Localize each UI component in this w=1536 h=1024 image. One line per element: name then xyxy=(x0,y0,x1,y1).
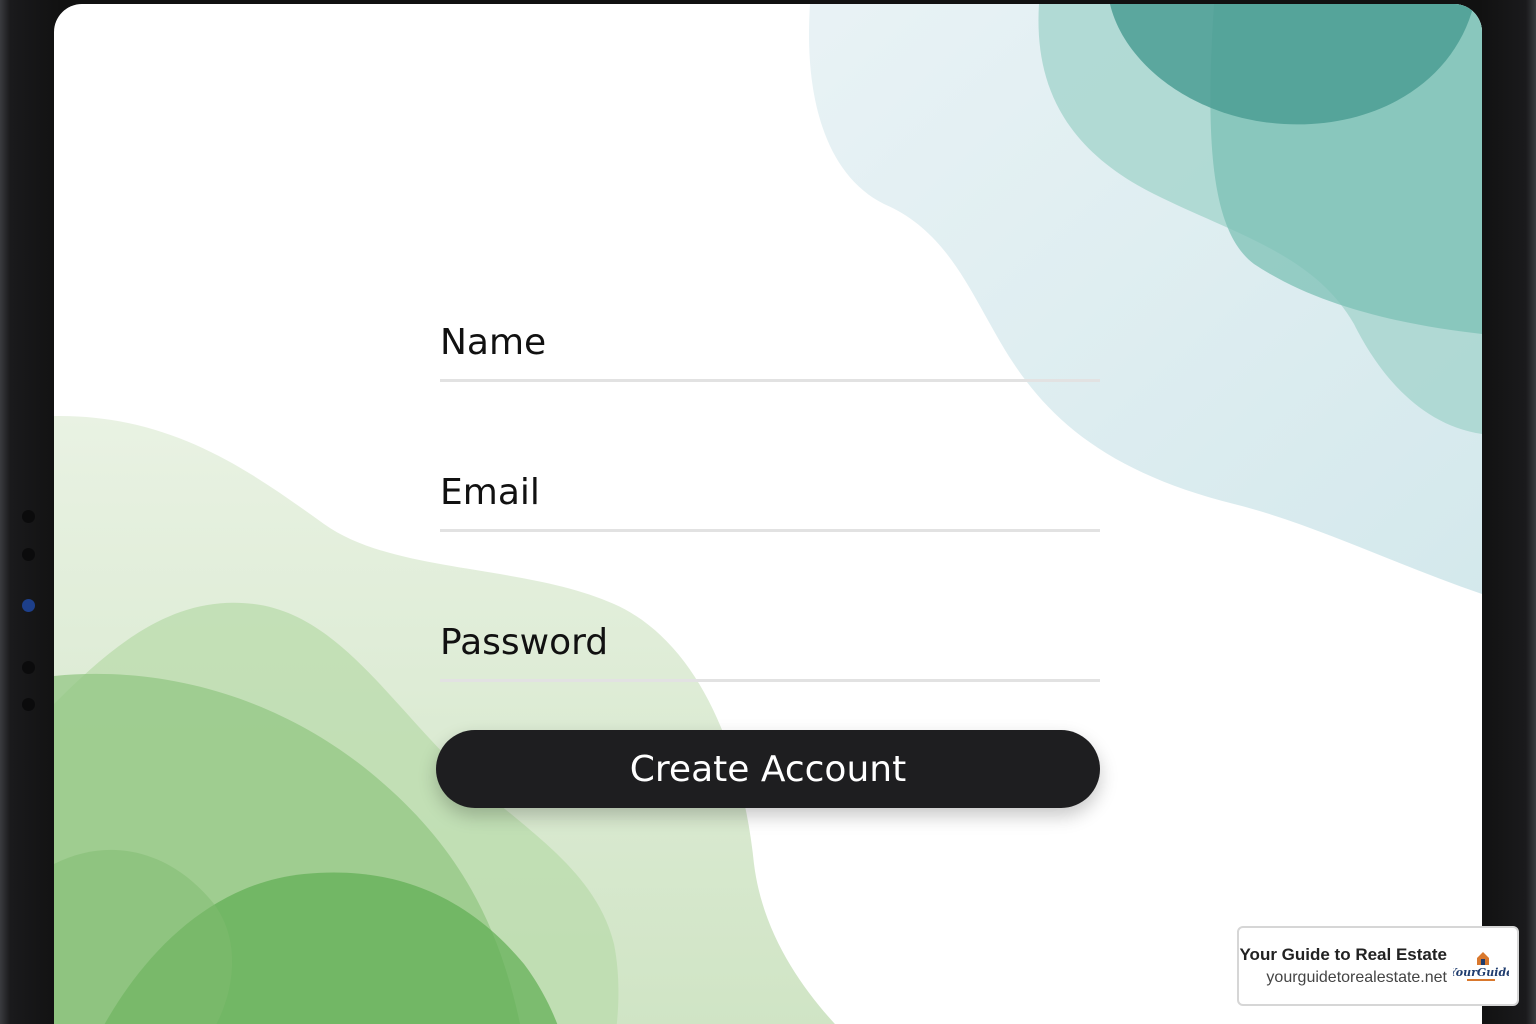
password-input[interactable] xyxy=(440,622,1100,663)
signup-form xyxy=(440,304,1100,754)
password-field xyxy=(440,604,1100,682)
hardware-button xyxy=(22,510,35,523)
create-account-button[interactable]: Create Account xyxy=(436,730,1100,808)
hardware-button xyxy=(22,661,35,674)
name-field xyxy=(440,304,1100,382)
hardware-button xyxy=(22,698,35,711)
watermark-logo-text: YourGuide xyxy=(1453,966,1509,979)
watermark-badge: Your Guide to Real Estate yourguidetorea… xyxy=(1237,926,1519,1006)
signup-screen: Create Account xyxy=(54,4,1482,1024)
watermark-title: Your Guide to Real Estate xyxy=(1239,945,1447,964)
email-input[interactable] xyxy=(440,472,1100,513)
email-field xyxy=(440,454,1100,532)
hardware-button xyxy=(22,599,35,612)
house-logo-icon: YourGuide xyxy=(1453,952,1509,981)
tablet-frame: Create Account Your Guide to Real Estate… xyxy=(0,0,1536,1024)
name-input[interactable] xyxy=(440,322,1100,363)
watermark-url: yourguidetorealestate.net xyxy=(1266,969,1447,986)
hardware-button xyxy=(22,548,35,561)
